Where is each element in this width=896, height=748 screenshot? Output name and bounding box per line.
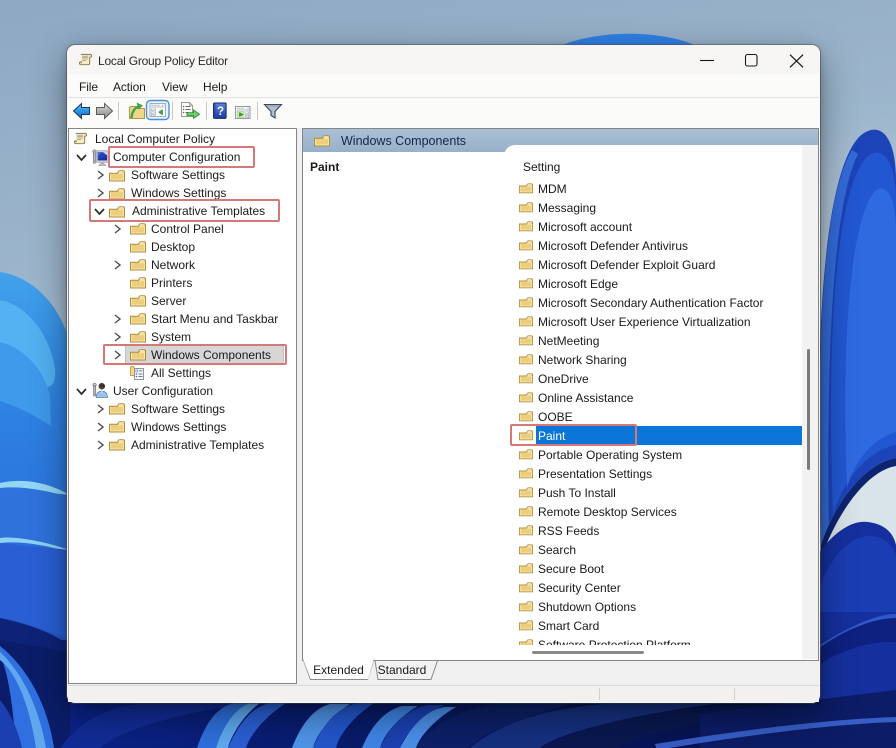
svg-text:Standard: Standard [378,663,427,677]
svg-text:?: ? [217,106,224,118]
svg-text:Extended: Extended [313,663,364,677]
